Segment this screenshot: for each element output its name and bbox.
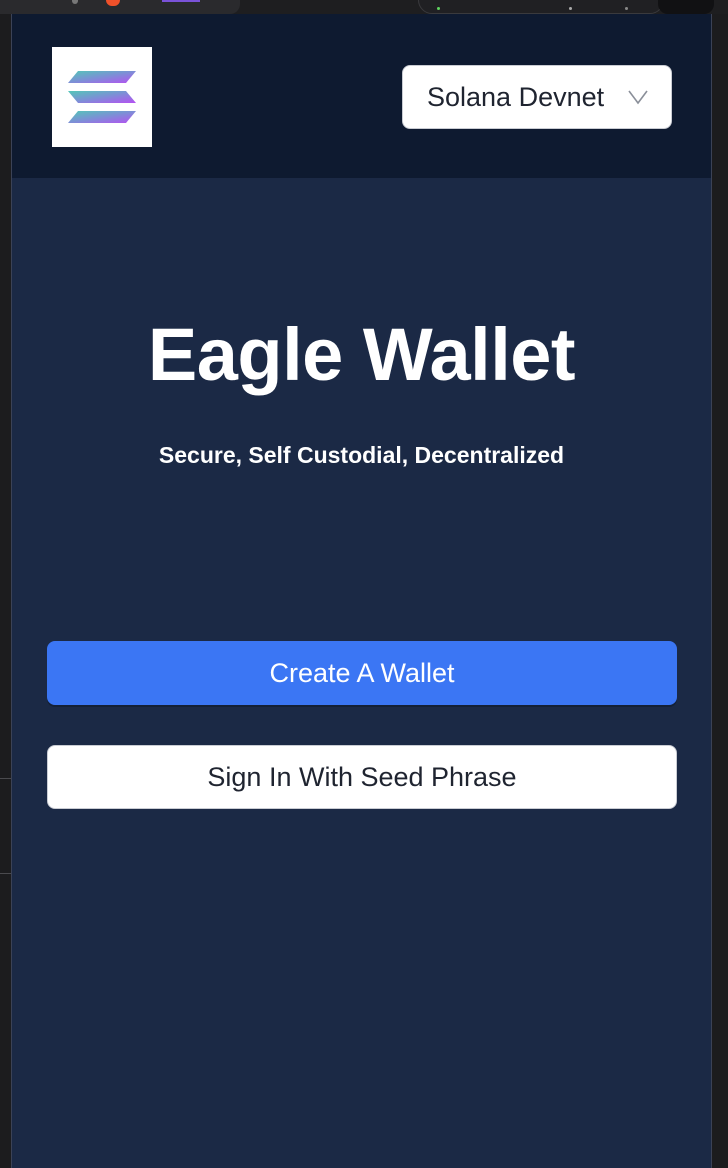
solana-logo-icon [52,47,152,147]
network-select-value: Solana Devnet [427,82,605,112]
chevron-down-icon [627,88,649,106]
network-select[interactable]: Solana Devnet [402,65,672,129]
popup-header: Solana Devnet [12,14,711,178]
address-bar-marker-icon [625,7,628,10]
background-divider [0,778,11,779]
address-bar[interactable] [418,0,664,14]
browser-tab[interactable] [0,0,240,14]
sign-in-seed-phrase-button[interactable]: Sign In With Seed Phrase [47,745,677,809]
create-wallet-button[interactable]: Create A Wallet [47,641,677,705]
welcome-section: Eagle Wallet Secure, Self Custodial, Dec… [12,178,711,1168]
extension-indicator-icon[interactable] [162,0,200,2]
wallet-popup: Solana Devnet Eagle Wallet Secure, Self … [11,14,712,1168]
tab-favicon-icon [72,0,78,4]
page-title: Eagle Wallet [147,313,576,396]
address-bar-marker-icon [569,7,572,10]
secure-indicator-icon [437,7,440,10]
brave-shield-icon[interactable] [106,0,120,6]
browser-toolbar [0,0,728,14]
browser-menu-button[interactable] [658,0,714,14]
tagline: Secure, Self Custodial, Decentralized [158,442,565,468]
background-divider [0,873,11,874]
